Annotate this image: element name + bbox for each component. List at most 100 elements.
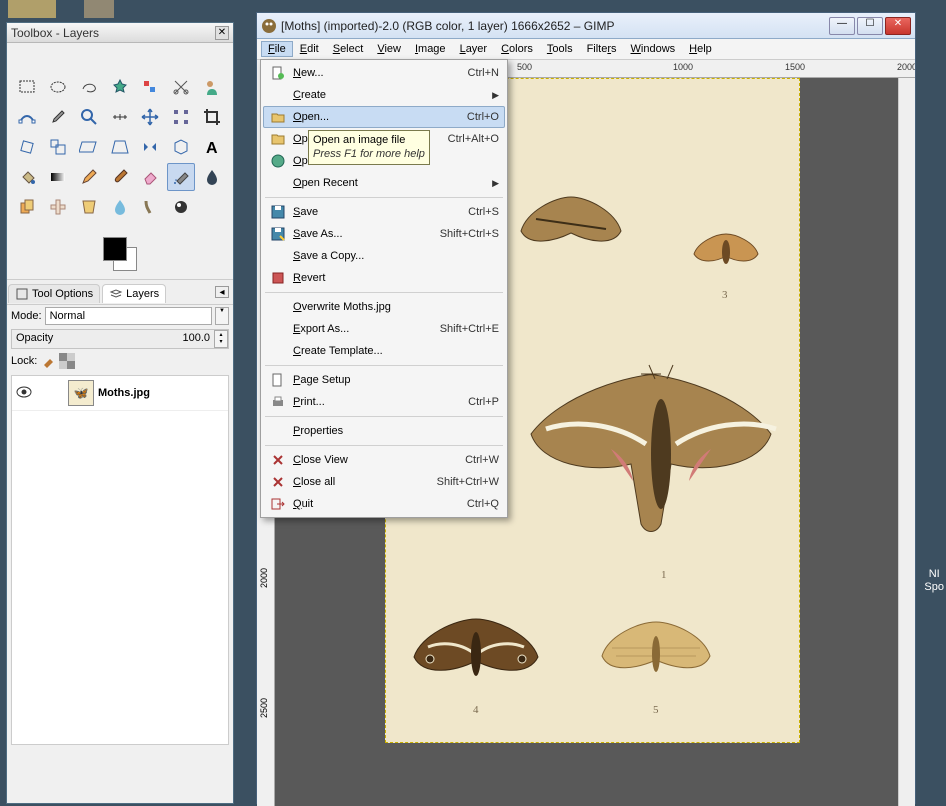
layer-row[interactable]: 🦋 Moths.jpg bbox=[12, 376, 228, 411]
ink-tool[interactable] bbox=[198, 163, 226, 191]
menu-item-label: Close all bbox=[293, 476, 431, 488]
eraser-tool[interactable] bbox=[136, 163, 164, 191]
menu-item-revert[interactable]: Revert bbox=[263, 267, 505, 289]
mode-dropdown-icon[interactable]: ▼ bbox=[215, 307, 229, 325]
color-swatches[interactable] bbox=[95, 233, 145, 273]
menu-item-properties[interactable]: Properties bbox=[263, 420, 505, 442]
visibility-icon[interactable] bbox=[16, 386, 34, 401]
opacity-value: 100.0 bbox=[178, 330, 214, 348]
menu-filters[interactable]: Filters bbox=[580, 41, 624, 57]
menu-image[interactable]: Image bbox=[408, 41, 453, 57]
measure-tool[interactable] bbox=[106, 103, 134, 131]
paintbrush-tool[interactable] bbox=[106, 163, 134, 191]
lock-paint-icon[interactable] bbox=[40, 353, 56, 369]
rectangle-select-tool[interactable] bbox=[13, 73, 41, 101]
minimize-button[interactable]: — bbox=[829, 17, 855, 35]
lock-alpha-icon[interactable] bbox=[59, 353, 75, 369]
blur-tool[interactable] bbox=[106, 193, 134, 221]
vertical-scrollbar[interactable] bbox=[898, 78, 915, 806]
smudge-tool[interactable] bbox=[136, 193, 164, 221]
globe-icon bbox=[269, 154, 287, 168]
mode-select[interactable]: Normal bbox=[45, 307, 212, 325]
layer-name[interactable]: Moths.jpg bbox=[98, 387, 150, 399]
tab-layers[interactable]: Layers bbox=[102, 284, 166, 303]
menu-item-quit[interactable]: QuitCtrl+Q bbox=[263, 493, 505, 515]
crop-tool[interactable] bbox=[198, 103, 226, 131]
paths-tool[interactable] bbox=[13, 103, 41, 131]
menu-item-open-recent[interactable]: Open Recent ▶ bbox=[263, 172, 505, 194]
clone-tool[interactable] bbox=[13, 193, 41, 221]
layers-icon bbox=[109, 287, 123, 301]
menu-item-save-a-copy[interactable]: Save a Copy... bbox=[263, 245, 505, 267]
menu-edit[interactable]: Edit bbox=[293, 41, 326, 57]
perspective-tool[interactable] bbox=[106, 133, 134, 161]
menu-item-create[interactable]: Create▶ bbox=[263, 84, 505, 106]
maximize-button[interactable]: ☐ bbox=[857, 17, 883, 35]
menu-item-overwrite-moths-jpg[interactable]: Overwrite Moths.jpg bbox=[263, 296, 505, 318]
opacity-slider[interactable]: Opacity 100.0 ▴▾ bbox=[11, 329, 229, 349]
menu-colors[interactable]: Colors bbox=[494, 41, 540, 57]
menu-item-open[interactable]: Open...Ctrl+O bbox=[263, 106, 505, 128]
layer-thumbnail[interactable]: 🦋 bbox=[68, 380, 94, 406]
lock-label: Lock: bbox=[11, 355, 37, 367]
perspective-clone-tool[interactable] bbox=[75, 193, 103, 221]
bucket-fill-tool[interactable] bbox=[13, 163, 41, 191]
by-color-select-tool[interactable] bbox=[136, 73, 164, 101]
menu-shortcut: Shift+Ctrl+W bbox=[437, 476, 499, 488]
airbrush-tool[interactable] bbox=[167, 163, 195, 191]
opacity-spinner[interactable]: ▴▾ bbox=[214, 330, 228, 348]
free-select-tool[interactable] bbox=[75, 73, 103, 101]
fg-color-swatch[interactable] bbox=[103, 237, 127, 261]
menu-item-page-setup[interactable]: Page Setup bbox=[263, 369, 505, 391]
tooltip-title: Open an image file bbox=[313, 133, 425, 147]
menu-item-label: Save bbox=[293, 206, 462, 218]
menu-item-print[interactable]: Print...Ctrl+P bbox=[263, 391, 505, 413]
desktop-thumbnail-icon[interactable] bbox=[84, 0, 114, 18]
scissors-tool[interactable] bbox=[167, 73, 195, 101]
align-tool[interactable] bbox=[167, 103, 195, 131]
menu-file[interactable]: File bbox=[261, 41, 293, 57]
submenu-arrow-icon: ▶ bbox=[492, 178, 499, 189]
foreground-select-tool[interactable] bbox=[198, 73, 226, 101]
menu-item-export-as[interactable]: Export As...Shift+Ctrl+E bbox=[263, 318, 505, 340]
menu-item-save-as[interactable]: Save As...Shift+Ctrl+S bbox=[263, 223, 505, 245]
menu-item-create-template[interactable]: Create Template... bbox=[263, 340, 505, 362]
scale-tool[interactable] bbox=[44, 133, 72, 161]
menu-item-close-all[interactable]: Close all Shift+Ctrl+W bbox=[263, 471, 505, 493]
menu-item-label: Create Template... bbox=[293, 345, 499, 357]
ellipse-select-tool[interactable] bbox=[44, 73, 72, 101]
rotate-tool[interactable] bbox=[13, 133, 41, 161]
menu-item-save[interactable]: Save Ctrl+S bbox=[263, 201, 505, 223]
menu-layer[interactable]: Layer bbox=[453, 41, 495, 57]
flip-tool[interactable] bbox=[136, 133, 164, 161]
close-button[interactable]: ✕ bbox=[885, 17, 911, 35]
menu-item-label: Open Recent bbox=[293, 177, 486, 189]
desktop-folder-icon[interactable] bbox=[8, 0, 56, 18]
pencil-tool[interactable] bbox=[75, 163, 103, 191]
menu-shortcut: Ctrl+S bbox=[468, 206, 499, 218]
dodge-tool[interactable] bbox=[167, 193, 195, 221]
image-titlebar[interactable]: [Moths] (imported)-2.0 (RGB color, 1 lay… bbox=[257, 13, 915, 39]
menu-item-new[interactable]: New...Ctrl+N bbox=[263, 62, 505, 84]
menu-view[interactable]: View bbox=[370, 41, 408, 57]
color-picker-tool[interactable] bbox=[44, 103, 72, 131]
move-tool[interactable] bbox=[136, 103, 164, 131]
text-tool[interactable]: A bbox=[198, 133, 226, 161]
toolbox-titlebar[interactable]: Toolbox - Layers ✕ bbox=[7, 23, 233, 43]
menu-windows[interactable]: Windows bbox=[624, 41, 683, 57]
menu-shortcut: Ctrl+Q bbox=[467, 498, 499, 510]
tab-menu-icon[interactable]: ◂ bbox=[215, 286, 229, 298]
close-icon[interactable]: ✕ bbox=[215, 26, 229, 40]
fuzzy-select-tool[interactable] bbox=[106, 73, 134, 101]
menu-select[interactable]: Select bbox=[326, 41, 371, 57]
zoom-tool[interactable] bbox=[75, 103, 103, 131]
menu-tools[interactable]: Tools bbox=[540, 41, 580, 57]
heal-tool[interactable] bbox=[44, 193, 72, 221]
menu-item-close-view[interactable]: Close ViewCtrl+W bbox=[263, 449, 505, 471]
tab-tool-options[interactable]: Tool Options bbox=[8, 284, 100, 303]
shear-tool[interactable] bbox=[75, 133, 103, 161]
blend-tool[interactable] bbox=[44, 163, 72, 191]
menu-help[interactable]: Help bbox=[682, 41, 719, 57]
toolbox-title: Toolbox - Layers bbox=[11, 26, 215, 40]
cage-tool[interactable] bbox=[167, 133, 195, 161]
